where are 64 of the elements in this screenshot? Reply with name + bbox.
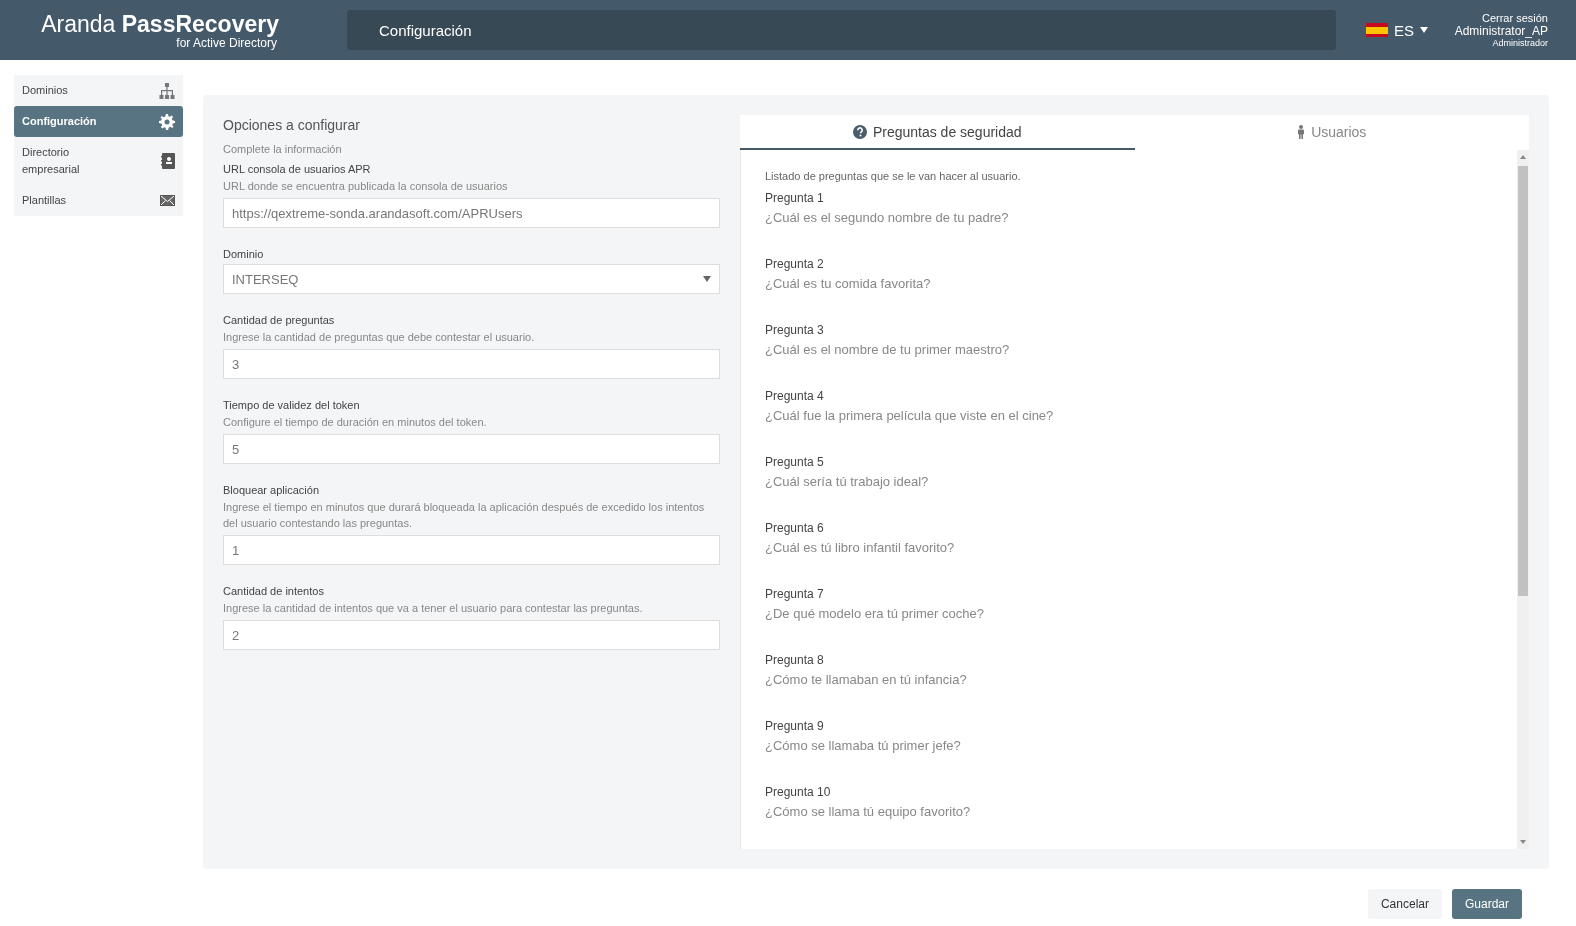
save-button[interactable]: Guardar: [1451, 889, 1522, 919]
help-icon: [852, 124, 867, 139]
domain-dropdown[interactable]: INTERSEQ: [223, 264, 720, 294]
cancel-button[interactable]: Cancelar: [1367, 889, 1442, 919]
list-intro: Listado de preguntas que se le van hacer al usuario.: [765, 170, 1022, 182]
question-label: Pregunta 10: [765, 785, 832, 799]
question-label: Pregunta 9: [765, 719, 825, 733]
brand-logo: Aranda PassRecovery: [41, 10, 279, 37]
contact-book-icon: [161, 153, 175, 169]
question-label: Pregunta 8: [765, 653, 825, 667]
form-subtitle: Complete la información: [223, 143, 343, 155]
hierarchy-icon: [159, 82, 175, 99]
question-label: Pregunta 5: [765, 455, 825, 469]
sidebar-item[interactable]: Dominios: [14, 75, 183, 106]
input-field[interactable]: 1: [223, 535, 720, 565]
field-label: URL consola de usuarios APR: [223, 163, 372, 175]
question-label: Pregunta 7: [765, 587, 825, 601]
logout-link[interactable]: Cerrar sesión: [1481, 12, 1548, 24]
question-text: ¿Cómo se llama tú equipo favorito?: [765, 804, 972, 819]
caret-icon: [1420, 27, 1428, 33]
sidebar-item[interactable]: Configuración: [14, 106, 183, 137]
person-icon: [1297, 124, 1306, 139]
question-text: ¿Cómo se llamaba tú primer jefe?: [765, 738, 962, 753]
question-text: ¿De qué modelo era tú primer coche?: [765, 606, 985, 621]
sidebar-item[interactable]: Plantillas: [14, 185, 183, 216]
user-role: Administrador: [1492, 38, 1548, 48]
tab[interactable]: Preguntas de seguridad: [740, 115, 1135, 150]
input-field[interactable]: 2: [223, 620, 720, 650]
question-text: ¿Cuál es tu comida favorita?: [765, 276, 932, 291]
field-help: Ingrese el tiempo en minutos que durará bloqueada la aplicación después de excedido los intentos del usuario contestando las preguntas.: [223, 500, 706, 531]
mail-icon: [160, 195, 175, 206]
field-label: Dominio: [223, 248, 265, 260]
brand-subtitle: for Active Directory: [176, 35, 277, 50]
language-selector[interactable]: ES: [1366, 21, 1428, 39]
question-text: ¿Cómo te llamaban en tú infancia?: [765, 672, 968, 687]
field-label: Bloquear aplicación: [223, 484, 320, 496]
input-field[interactable]: https://qextreme-sonda.arandasoft.com/APRUsers: [223, 198, 720, 228]
field-help: Configure el tiempo de duración en minutos del token.: [223, 415, 488, 430]
input-field[interactable]: 5: [223, 434, 720, 464]
sidebar-item[interactable]: Directorio empresarial: [14, 137, 183, 185]
question-text: ¿Cuál es el segundo nombre de tu padre?: [765, 210, 1010, 225]
question-text: ¿Cuál es el nombre de tu primer maestro?: [765, 342, 1011, 357]
question-text: ¿Cuál sería tú trabajo ideal?: [765, 474, 930, 489]
question-label: Pregunta 3: [765, 323, 825, 337]
settings-icon: [159, 113, 175, 130]
question-label: Pregunta 2: [765, 257, 825, 271]
field-help: Ingrese la cantidad de preguntas que debe contestar el usuario.: [223, 330, 536, 345]
question-label: Pregunta 6: [765, 521, 825, 535]
scrollbar[interactable]: [1517, 150, 1529, 849]
question-label: Pregunta 4: [765, 389, 825, 403]
field-label: Tiempo de validez del token: [223, 399, 361, 411]
form-title: Opciones a configurar: [223, 117, 361, 133]
field-label: Cantidad de intentos: [223, 585, 325, 597]
field-help: URL donde se encuentra publicada la consola de usuarios: [223, 179, 509, 194]
question-label: Pregunta 1: [765, 191, 825, 205]
input-field[interactable]: 3: [223, 349, 720, 379]
question-text: ¿Cuál fue la primera película que viste en el cine?: [765, 408, 1055, 423]
question-text: ¿Cuál es tú libro infantil favorito?: [765, 540, 956, 555]
user-name: Administrator_AP: [1454, 24, 1548, 38]
field-label: Cantidad de preguntas: [223, 314, 336, 326]
page-title: Configuración: [347, 10, 1336, 50]
caret-icon: [703, 276, 711, 282]
flag-icon: [1366, 23, 1388, 37]
field-help: Ingrese la cantidad de intentos que va a tener el usuario para contestar las preguntas.: [223, 601, 644, 616]
